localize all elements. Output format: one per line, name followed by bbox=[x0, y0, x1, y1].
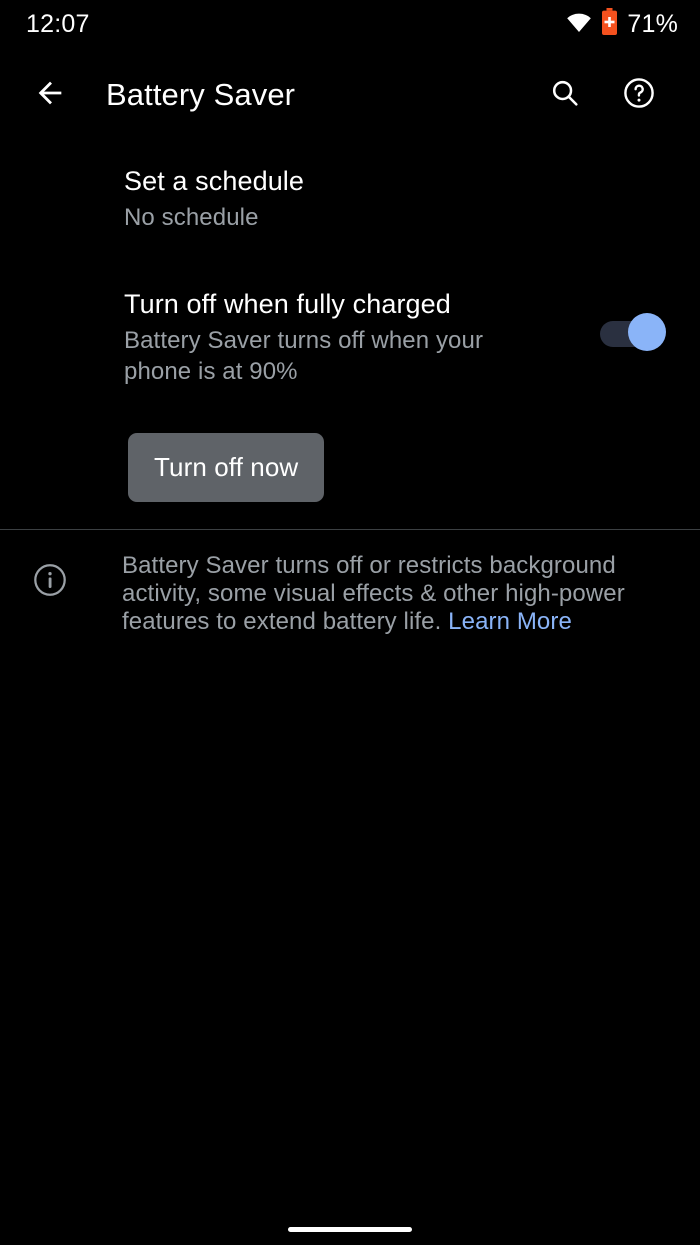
home-indicator[interactable] bbox=[288, 1227, 412, 1232]
learn-more-link[interactable]: Learn More bbox=[448, 608, 572, 635]
pref-turn-off-when-fully-charged-text: Turn off when fully charged Battery Save… bbox=[124, 287, 600, 387]
status-bar-clock: 12:07 bbox=[26, 9, 90, 38]
wifi-icon bbox=[566, 11, 592, 38]
section-divider bbox=[0, 529, 700, 530]
pref-turn-off-when-fully-charged-summary: Battery Saver turns off when your phone … bbox=[124, 327, 484, 385]
pref-set-a-schedule-title: Set a schedule bbox=[124, 166, 305, 196]
search-icon bbox=[549, 77, 581, 114]
turn-off-now-button[interactable]: Turn off now bbox=[128, 433, 325, 502]
status-bar-icons: 71% bbox=[566, 8, 678, 40]
pref-set-a-schedule-summary: No schedule bbox=[124, 204, 259, 231]
action-button-row: Turn off now bbox=[0, 433, 700, 502]
battery-saver-screen: 12:07 71% Battery Saver Set a schedule N… bbox=[0, 0, 700, 1245]
turn-off-when-fully-charged-toggle[interactable] bbox=[600, 313, 666, 351]
footer-info: Battery Saver turns off or restricts bac… bbox=[0, 552, 700, 636]
pref-set-a-schedule[interactable]: Set a schedule No schedule bbox=[0, 164, 700, 233]
pref-turn-off-when-fully-charged[interactable]: Turn off when fully charged Battery Save… bbox=[0, 287, 700, 387]
footer-description: Battery Saver turns off or restricts bac… bbox=[122, 552, 632, 636]
search-button[interactable] bbox=[540, 70, 590, 120]
pref-set-a-schedule-text: Set a schedule No schedule bbox=[124, 164, 668, 233]
battery-percentage: 71% bbox=[627, 9, 678, 38]
help-button[interactable] bbox=[614, 70, 664, 120]
page-title: Battery Saver bbox=[106, 77, 296, 112]
back-arrow-icon bbox=[33, 76, 67, 115]
status-bar: 12:07 71% bbox=[0, 0, 700, 48]
pref-turn-off-when-fully-charged-title: Turn off when fully charged bbox=[124, 289, 451, 319]
back-button[interactable] bbox=[22, 67, 78, 123]
settings-list: Set a schedule No schedule Turn off when… bbox=[0, 134, 700, 502]
battery-saver-icon bbox=[601, 8, 618, 40]
app-bar: Battery Saver bbox=[0, 56, 700, 134]
toggle-thumb bbox=[628, 313, 666, 351]
app-bar-actions bbox=[540, 70, 664, 120]
info-icon bbox=[30, 560, 70, 600]
help-icon bbox=[622, 76, 656, 115]
